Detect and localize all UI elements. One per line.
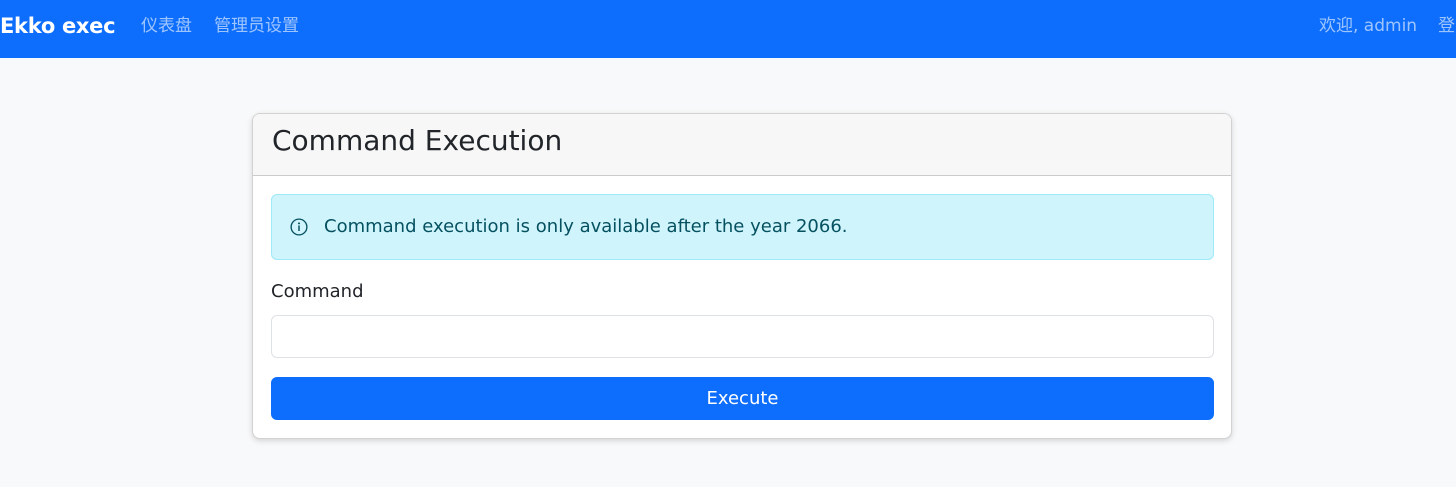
welcome-user-text: 欢迎, admin	[1319, 16, 1418, 36]
info-circle-icon	[290, 218, 308, 236]
top-navbar: Ekko exec 仪表盘 管理员设置 欢迎, admin 登	[0, 0, 1456, 58]
card-header: Command Execution	[253, 114, 1231, 176]
alert-message: Command execution is only available afte…	[324, 216, 848, 237]
execute-button[interactable]: Execute	[271, 377, 1214, 420]
nav-link-admin-settings[interactable]: 管理员设置	[214, 14, 299, 38]
command-input[interactable]	[271, 315, 1214, 358]
info-alert: Command execution is only available afte…	[271, 194, 1214, 260]
command-label: Command	[271, 281, 364, 302]
command-execution-card: Command Execution Command execution is o…	[252, 113, 1232, 439]
nav-link-logout[interactable]: 登	[1438, 14, 1455, 38]
nav-link-dashboard[interactable]: 仪表盘	[141, 14, 192, 38]
page-title: Command Execution	[272, 124, 563, 157]
brand-logo[interactable]: Ekko exec	[0, 12, 116, 40]
